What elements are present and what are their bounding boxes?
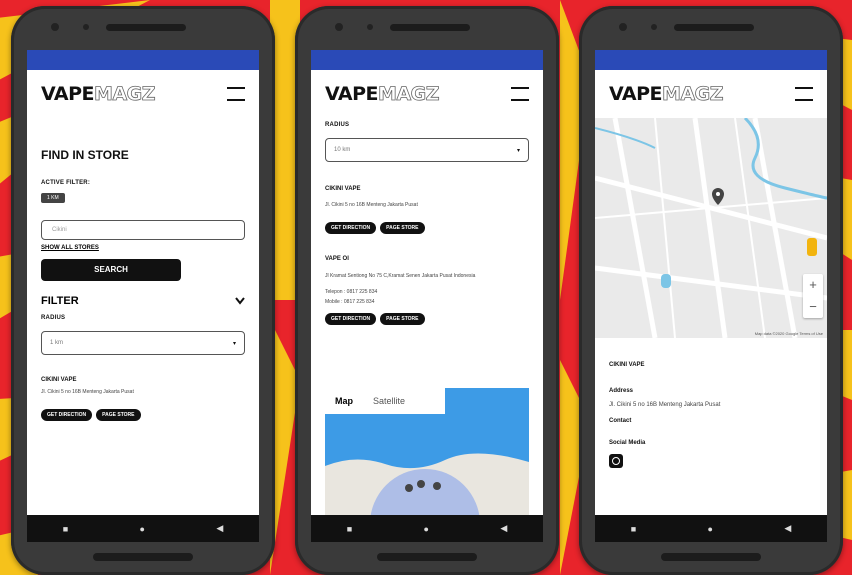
screen-store-list: VAPEMAGZ RADIUS 10 km ▾ CIKINI VAPE Jl. C…: [311, 50, 543, 542]
radius-select[interactable]: 10 km ▾: [325, 138, 529, 162]
store-phone: Telepon : 0817 225 834: [325, 289, 378, 295]
back-button[interactable]: ◀: [216, 523, 223, 534]
screen-find-in-store: VAPEMAGZ FIND IN STORE ACTIVE FILTER: 1 …: [27, 50, 259, 542]
page-store-button[interactable]: PAGE STORE: [380, 313, 425, 325]
active-filter-label: ACTIVE FILTER:: [41, 180, 91, 186]
earpiece-speaker: [674, 24, 754, 31]
bottom-speaker: [93, 553, 193, 561]
map-coastline: [325, 453, 529, 518]
radius-label: RADIUS: [325, 122, 350, 128]
store-name: CIKINI VAPE: [609, 362, 645, 368]
dropdown-caret-icon: ▾: [516, 147, 520, 154]
page-store-button[interactable]: PAGE STORE: [96, 409, 141, 421]
zoom-in-button[interactable]: +: [803, 274, 823, 296]
chevron-down-icon[interactable]: [235, 297, 245, 305]
logo-outline: MAGZ: [662, 83, 724, 106]
map-zoom-control[interactable]: + −: [803, 274, 823, 318]
home-button[interactable]: ●: [708, 524, 713, 534]
radius-label: RADIUS: [41, 315, 66, 321]
sensor: [651, 24, 657, 30]
search-button[interactable]: SEARCH: [41, 259, 181, 281]
store-location-map[interactable]: + − Map data ©2020 Google Terms of Use: [595, 118, 827, 338]
store-name: CIKINI VAPE: [41, 377, 77, 383]
social-media-label: Social Media: [609, 440, 646, 446]
vapemagz-logo[interactable]: VAPEMAGZ: [609, 83, 724, 106]
active-filter-chip[interactable]: 1 KM: [41, 193, 65, 203]
recents-button[interactable]: ■: [631, 524, 636, 534]
store-name: CIKINI VAPE: [325, 186, 361, 192]
store-address: Jl. Cikini 5 no 16B Menteng Jakarta Pusa…: [41, 389, 134, 395]
search-input[interactable]: Cikini: [41, 220, 245, 240]
android-nav-bar: ■ ● ◀: [595, 515, 827, 542]
bottom-speaker: [661, 553, 761, 561]
show-all-stores-link[interactable]: SHOW ALL STORES: [41, 245, 245, 251]
radius-select[interactable]: 1 km ▾: [41, 331, 245, 355]
store-address: Jl. Cikini 5 no 16B Menteng Jakarta Pusa…: [325, 202, 418, 208]
get-direction-button[interactable]: GET DIRECTION: [41, 409, 93, 421]
status-bar: [595, 50, 827, 70]
home-button[interactable]: ●: [424, 524, 429, 534]
dropdown-caret-icon: ▾: [232, 340, 236, 347]
app-header: VAPEMAGZ: [311, 70, 543, 118]
store-mobile: Mobile : 0817 225 834: [325, 299, 375, 305]
tab-satellite[interactable]: Satellite: [363, 396, 415, 406]
logo-outline: MAGZ: [378, 83, 440, 106]
android-nav-bar: ■ ● ◀: [27, 515, 259, 542]
front-camera: [51, 23, 59, 31]
page-store-button[interactable]: PAGE STORE: [380, 222, 425, 234]
status-bar: [311, 50, 543, 70]
filter-title: FILTER: [41, 295, 79, 307]
bottom-speaker: [377, 553, 477, 561]
recents-button[interactable]: ■: [63, 524, 68, 534]
sensor: [83, 24, 89, 30]
sensor: [367, 24, 373, 30]
zoom-out-button[interactable]: −: [803, 296, 823, 318]
get-direction-button[interactable]: GET DIRECTION: [325, 222, 377, 234]
android-nav-bar: ■ ● ◀: [311, 515, 543, 542]
app-header: VAPEMAGZ: [27, 70, 259, 118]
hamburger-icon[interactable]: [795, 87, 813, 101]
store-address: Jl. Cikini 5 no 16B Menteng Jakarta Pusa…: [609, 402, 721, 408]
contact-label: Contact: [609, 418, 632, 424]
instagram-icon[interactable]: [609, 454, 623, 468]
home-button[interactable]: ●: [140, 524, 145, 534]
hamburger-icon[interactable]: [511, 87, 529, 101]
address-label: Address: [609, 388, 634, 394]
phone-2: VAPEMAGZ RADIUS 10 km ▾ CIKINI VAPE Jl. C…: [295, 6, 559, 575]
get-direction-button[interactable]: GET DIRECTION: [325, 313, 377, 325]
radius-value: 10 km: [334, 147, 351, 153]
screen-store-detail: VAPEMAGZ + − Map data ©2020 Google Terms…: [595, 50, 827, 542]
page-title: FIND IN STORE: [41, 148, 129, 162]
vapemagz-logo[interactable]: VAPEMAGZ: [41, 83, 156, 106]
back-button[interactable]: ◀: [784, 523, 791, 534]
front-camera: [335, 23, 343, 31]
logo-bold: VAPE: [41, 83, 95, 105]
logo-bold: VAPE: [325, 83, 379, 105]
tab-map[interactable]: Map: [325, 396, 363, 406]
phone-3: VAPEMAGZ + − Map data ©2020 Google Terms…: [579, 6, 843, 575]
stores-map[interactable]: Map Satellite: [325, 388, 529, 518]
radius-value: 1 km: [50, 340, 64, 346]
phone-1: VAPEMAGZ FIND IN STORE ACTIVE FILTER: 1 …: [11, 6, 275, 575]
store-name: VAPE OI: [325, 256, 349, 262]
logo-outline: MAGZ: [94, 83, 156, 106]
hamburger-icon[interactable]: [227, 87, 245, 101]
map-streets: [595, 118, 827, 338]
front-camera: [619, 23, 627, 31]
back-button[interactable]: ◀: [500, 523, 507, 534]
map-type-tabs: Map Satellite: [325, 388, 445, 414]
status-bar: [27, 50, 259, 70]
logo-bold: VAPE: [609, 83, 663, 105]
map-attribution: Map data ©2020 Google Terms of Use: [754, 331, 823, 336]
vapemagz-logo[interactable]: VAPEMAGZ: [325, 83, 440, 106]
app-header: VAPEMAGZ: [595, 70, 827, 118]
recents-button[interactable]: ■: [347, 524, 352, 534]
store-address: Jl Kramat Sentiong No 75 C,Kramat Senen …: [325, 273, 476, 279]
earpiece-speaker: [390, 24, 470, 31]
earpiece-speaker: [106, 24, 186, 31]
